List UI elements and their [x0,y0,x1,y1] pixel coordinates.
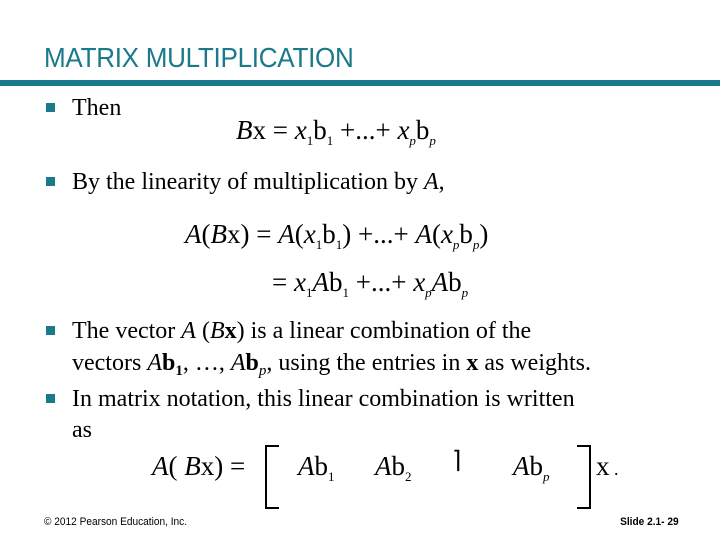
bullet-icon [46,177,55,186]
equation-bx: Bx = x1b1 +...+ xpbp [236,115,436,148]
bullet-icon [46,103,55,112]
bullet-icon [46,394,55,403]
title-divider [0,80,720,86]
matrix-column-p: Abp [513,451,550,484]
matrix-column-1: Ab1 [298,451,335,484]
bullet-linearity: By the linearity of multiplication by A, [72,169,445,195]
equation-matrix-form-lhs: A( Bx) = [152,451,246,481]
bullet-matrix-notation-cont: as [72,417,92,443]
equation-abx-result: = x1Ab1 +...+ xpAbp [272,267,469,300]
slide-title: MATRIX MULTIPLICATION [44,42,354,73]
bullet-matrix-notation: In matrix notation, this linear combinat… [72,386,575,412]
bullet-then: Then [72,95,122,121]
matrix-right-bracket [577,445,591,509]
bullet-icon [46,326,55,335]
slide-number: Slide 2.1- 29 [620,516,679,528]
matrix-missing-glyph: ⌉ [452,448,462,474]
bullet-linear-combination: The vector A (Bx) is a linear combinatio… [72,318,532,344]
bullet-linear-combination-cont: vectors Ab1, …, Abp, using the entries i… [72,350,591,379]
equation-abx-expansion: A(Bx) = A(x1b1) +...+ A(xpbp) [185,219,489,252]
matrix-vector-x: x . [596,451,619,481]
matrix-left-bracket [265,445,279,509]
matrix-column-2: Ab2 [375,451,412,484]
copyright-text: © 2012 Pearson Education, Inc. [44,516,188,528]
